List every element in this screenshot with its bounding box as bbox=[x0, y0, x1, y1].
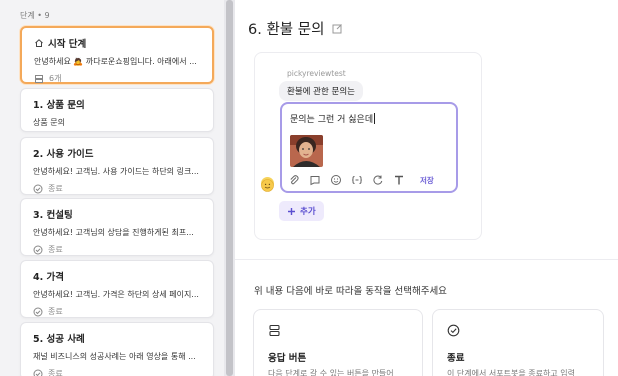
steps-count: 단계 • 9 bbox=[20, 11, 50, 20]
step-card-4[interactable]: 4. 가격 안녕하세요! 고객님. 가격은 하단의 상세 페이지... 종료 bbox=[20, 260, 214, 318]
page-title: 6. 환불 문의 bbox=[248, 22, 325, 38]
step-editor-panel: 6. 환불 문의 pickyreviewtest 환불에 관한 문의는 문의는 … bbox=[235, 0, 618, 376]
step-card-meta: 종료 bbox=[48, 184, 63, 193]
step-card-meta: 종료 bbox=[48, 307, 63, 316]
step-card-desc: 재널 비즈니스의 성공사례는 아래 영상을 통해 ... bbox=[33, 352, 196, 361]
step-card-title: 4. 가격 bbox=[33, 272, 65, 283]
layers-icon bbox=[35, 74, 43, 83]
sender-name: pickyreviewtest bbox=[287, 69, 346, 78]
plus-icon bbox=[288, 207, 295, 215]
variable-icon[interactable] bbox=[351, 174, 363, 186]
step-card-title: 1. 상품 문의 bbox=[33, 100, 85, 111]
option-desc: 이 단계에서 서포트봇을 종료하고 입력 bbox=[447, 369, 575, 376]
card-icon[interactable] bbox=[309, 174, 321, 186]
emoji-icon[interactable] bbox=[330, 174, 342, 186]
smile-face-icon bbox=[261, 179, 274, 192]
steps-sidebar: 단계 • 9 시작 단계 안녕하세요 🙇 까다로운쇼핑입니다. 아래에서 ...… bbox=[0, 0, 224, 376]
option-end[interactable]: 종료 이 단계에서 서포트봇을 종료하고 입력 bbox=[432, 309, 604, 376]
step-card-title: 5. 성공 사례 bbox=[33, 334, 85, 345]
step-card-2[interactable]: 2. 사용 가이드 안녕하세요! 고객님. 사용 가이드는 하단의 링크... … bbox=[20, 137, 214, 195]
step-card-3[interactable]: 3. 컨설팅 안녕하세요! 고객님의 상담을 진행하게된 최프... 종료 bbox=[20, 198, 214, 256]
step-card-title: 2. 사용 가이드 bbox=[33, 149, 94, 160]
step-card-desc: 안녕하세요! 고객님의 상담을 진행하게된 최프... bbox=[33, 228, 194, 237]
step-card-1[interactable]: 1. 상품 문의 상품 문의 bbox=[20, 88, 214, 132]
step-card-title: 시작 단계 bbox=[48, 39, 87, 50]
bot-avatar bbox=[261, 177, 274, 192]
option-desc: 다음 단계로 갈 수 있는 버튼을 만들어 bbox=[268, 369, 394, 376]
editor-toolbar: 저장 bbox=[288, 174, 434, 186]
attached-image[interactable] bbox=[290, 135, 323, 167]
message-bubble[interactable]: 환불에 관한 문의는 bbox=[279, 81, 363, 101]
step-card-desc: 상품 문의 bbox=[33, 118, 65, 127]
check-circle-icon bbox=[33, 184, 43, 193]
text-format-icon[interactable] bbox=[393, 174, 405, 186]
step-card-desc: 안녕하세요! 고객님. 사용 가이드는 하단의 링크... bbox=[33, 167, 199, 176]
edit-icon[interactable] bbox=[332, 23, 343, 34]
check-circle-icon bbox=[33, 307, 43, 316]
step-card-5[interactable]: 5. 성공 사례 재널 비즈니스의 성공사례는 아래 영상을 통해 ... 종료 bbox=[20, 322, 214, 376]
portrait-image bbox=[290, 135, 323, 167]
check-circle-icon bbox=[33, 369, 43, 376]
step-card-meta: 종료 bbox=[48, 369, 63, 376]
next-action-prompt: 위 내용 다음에 바로 따라올 동작을 선택해주세요 bbox=[254, 286, 447, 297]
home-icon bbox=[35, 39, 43, 47]
step-card-desc: 안녕하세요 🙇 까다로운쇼핑입니다. 아래에서 ... bbox=[34, 57, 197, 66]
option-title: 응답 버튼 bbox=[268, 353, 307, 364]
editor-text[interactable]: 문의는 그런 거 싫은데 bbox=[290, 115, 373, 125]
step-card-meta: 6개 bbox=[49, 74, 62, 83]
text-caret bbox=[374, 113, 376, 124]
option-response-button[interactable]: 응답 버튼 다음 단계로 갈 수 있는 버튼을 만들어 bbox=[253, 309, 423, 376]
step-card-meta: 종료 bbox=[48, 245, 63, 254]
save-button[interactable]: 저장 bbox=[420, 175, 434, 186]
section-divider bbox=[235, 259, 618, 260]
check-circle-icon bbox=[33, 245, 43, 254]
paperclip-icon[interactable] bbox=[288, 174, 300, 186]
option-title: 종료 bbox=[447, 353, 465, 364]
sidebar-scrollbar-thumb[interactable] bbox=[226, 0, 233, 376]
check-circle-icon bbox=[447, 324, 460, 337]
step-card-desc: 안녕하세요! 고객님. 가격은 하단의 상세 페이지... bbox=[33, 290, 199, 299]
add-message-button[interactable]: 추가 bbox=[279, 201, 324, 221]
step-card-title: 3. 컨설팅 bbox=[33, 210, 73, 221]
step-card-start[interactable]: 시작 단계 안녕하세요 🙇 까다로운쇼핑입니다. 아래에서 ... 6개 bbox=[20, 26, 214, 84]
button-icon bbox=[269, 324, 280, 337]
add-button-label: 추가 bbox=[300, 207, 316, 217]
message-editor[interactable]: 문의는 그런 거 싫은데 저장 bbox=[280, 102, 458, 193]
redo-icon[interactable] bbox=[372, 174, 384, 186]
